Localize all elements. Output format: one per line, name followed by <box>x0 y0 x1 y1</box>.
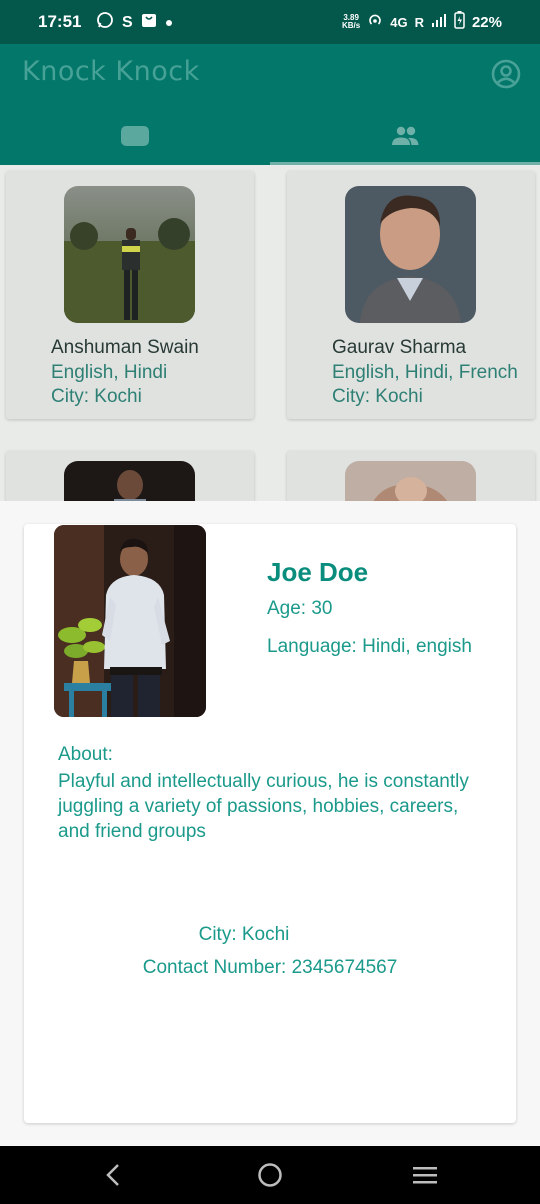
nav-back-button[interactable] <box>98 1160 128 1190</box>
whatsapp-icon <box>96 11 114 35</box>
roaming-indicator: R <box>414 14 424 30</box>
network-type: 4G <box>390 14 408 30</box>
tab-bar <box>0 106 540 165</box>
person-photo <box>64 186 195 323</box>
detail-age: Age: 30 <box>267 598 333 619</box>
detail-contact-number: Contact Number: 2345674567 <box>142 957 398 978</box>
person-languages: English, Hindi, French <box>332 362 518 383</box>
network-speed: 3.89 KB/s <box>342 14 360 30</box>
person-card-0[interactable]: Anshuman Swain English, Hindi City: Koch… <box>6 171 254 419</box>
status-bar: 17:51 S 3.89 KB/s 4G R 22% <box>0 0 540 44</box>
nav-home-button[interactable] <box>255 1160 285 1190</box>
nav-recents-button[interactable] <box>410 1160 440 1190</box>
person-detail-sheet: Joe Doe Age: 30 Language: Hindi, engish … <box>0 501 540 1146</box>
people-icon <box>392 126 419 145</box>
people-grid: Anshuman Swain English, Hindi City: Koch… <box>0 165 540 511</box>
person-card-1[interactable]: Gaurav Sharma English, Hindi, French Cit… <box>287 171 535 419</box>
person-name: Anshuman Swain <box>51 337 199 358</box>
detail-language: Language: Hindi, engish <box>267 636 472 657</box>
battery-charging-icon <box>454 11 465 33</box>
account-button[interactable] <box>490 58 522 90</box>
person-city: City: Kochi <box>332 386 423 407</box>
more-notifications-dot-icon <box>165 13 173 33</box>
person-name: Gaurav Sharma <box>332 337 467 358</box>
back-chevron-icon <box>106 1164 119 1186</box>
menu-lines-icon <box>413 1167 437 1184</box>
system-nav-bar <box>0 1146 540 1204</box>
system-indicators: 3.89 KB/s 4G R 22% <box>342 11 502 33</box>
person-photo <box>345 186 476 323</box>
about-text: Playful and intellectually curious, he i… <box>58 771 469 842</box>
chat-bubble-icon <box>121 125 149 146</box>
detail-photo <box>54 525 206 717</box>
about-label: About: <box>58 744 113 765</box>
speed-unit: KB/s <box>342 21 361 30</box>
app-bar: Knock Knock <box>0 44 540 165</box>
account-circle-icon <box>491 59 521 89</box>
signal-icon <box>431 13 447 31</box>
detail-name: Joe Doe <box>267 557 369 587</box>
person-city: City: Kochi <box>51 386 142 407</box>
tab-chats[interactable] <box>0 106 270 165</box>
person-languages: English, Hindi <box>51 362 168 383</box>
shopify-icon: S <box>122 14 133 31</box>
shopping-bag-icon <box>141 12 157 34</box>
tab-people[interactable] <box>270 106 540 165</box>
app-title: Knock Knock <box>22 56 200 87</box>
home-circle-icon <box>258 1163 282 1187</box>
person-detail-card: Joe Doe Age: 30 Language: Hindi, engish … <box>24 524 516 1123</box>
detail-city: City: Kochi <box>198 924 290 945</box>
notification-icons: S <box>96 11 173 35</box>
status-time: 17:51 <box>38 12 82 31</box>
hotspot-icon <box>367 12 383 32</box>
battery-percent: 22% <box>471 13 502 31</box>
